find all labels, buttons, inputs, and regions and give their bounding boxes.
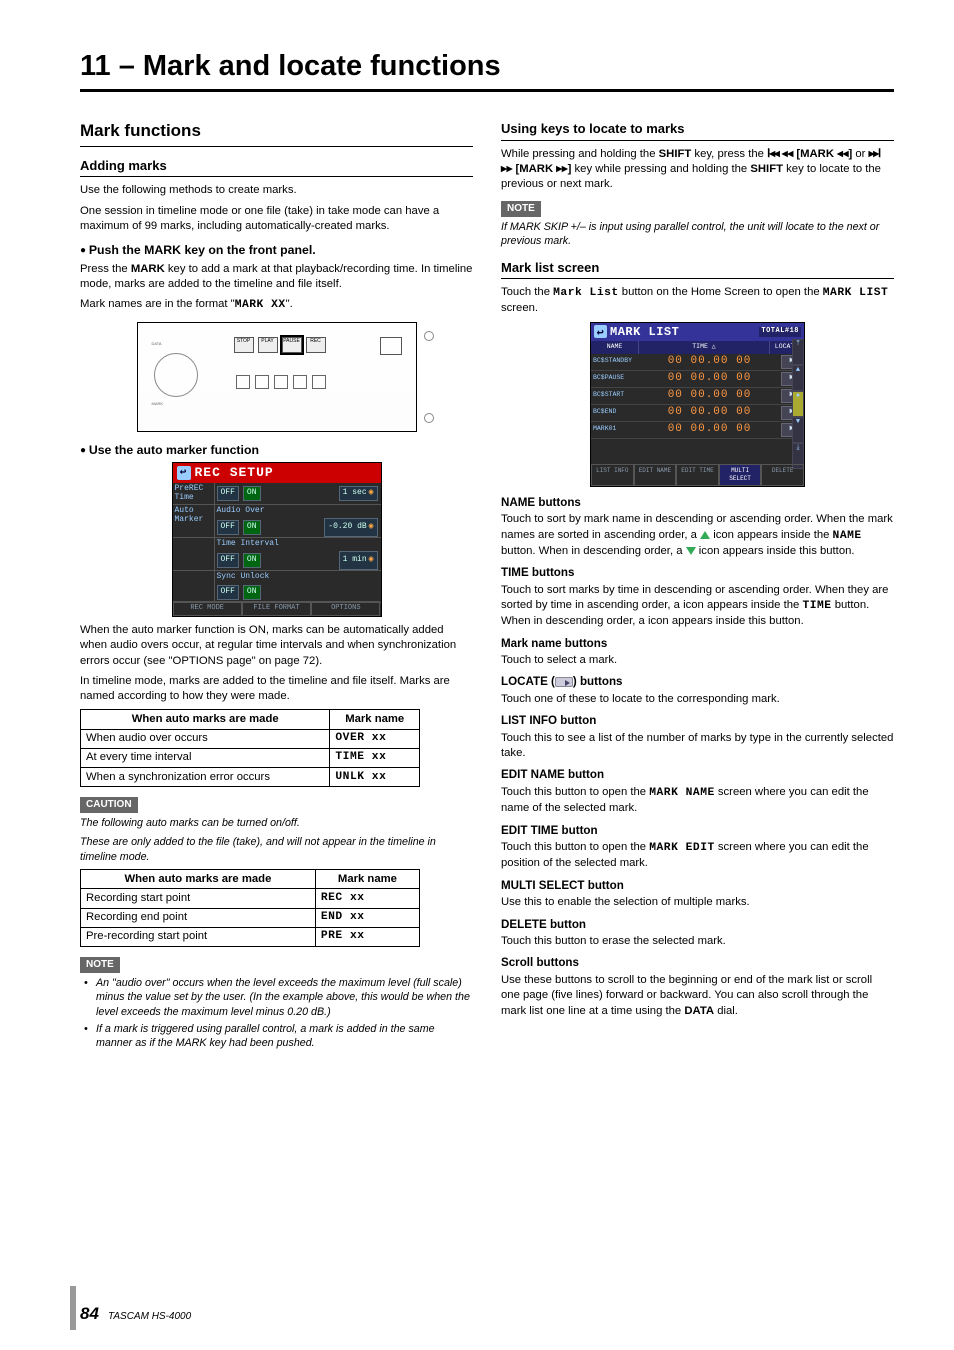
- auto-p1: When the auto marker function is ON, mar…: [80, 623, 473, 669]
- def-time-buttons: TIME buttons: [501, 565, 894, 581]
- section-mark-functions: Mark functions: [80, 120, 473, 147]
- auto-marker-head: Use the auto marker function: [80, 442, 473, 459]
- def-name-buttons: NAME buttons: [501, 495, 894, 511]
- front-panel-figure: DATA MARK STOPPLAYPAUSEREC: [137, 322, 417, 432]
- left-column: Mark functions Adding marks Use the foll…: [80, 120, 473, 1054]
- push-mark-p2: Mark names are in the format "MARK XX".: [80, 297, 473, 313]
- subsection-mark-list-screen: Mark list screen: [501, 259, 894, 280]
- def-locate-body: Touch one of these to locate to the corr…: [501, 692, 894, 707]
- locate-note: If MARK SKIP +/– is input using parallel…: [501, 220, 894, 249]
- triangle-up-icon: [700, 531, 710, 539]
- triangle-down-icon: [686, 547, 696, 555]
- def-delete: DELETE button: [501, 917, 894, 933]
- page-number: 84: [80, 1304, 99, 1323]
- push-mark-p1: Press the MARK key to add a mark at that…: [80, 262, 473, 293]
- footer-brand: TASCAM HS-4000: [108, 1311, 191, 1322]
- def-edit-name-body: Touch this button to open the MARK NAME …: [501, 785, 894, 817]
- def-edit-time-body: Touch this button to open the MARK EDIT …: [501, 840, 894, 872]
- def-list-info-body: Touch this to see a list of the number o…: [501, 731, 894, 762]
- def-edit-time: EDIT TIME button: [501, 823, 894, 839]
- adding-p1: Use the following methods to create mark…: [80, 183, 473, 198]
- subsection-adding-marks: Adding marks: [80, 157, 473, 178]
- adding-p2: One session in timeline mode or one file…: [80, 204, 473, 235]
- def-list-info: LIST INFO button: [501, 713, 894, 729]
- chapter-title: 11 – Mark and locate functions: [80, 50, 894, 92]
- rec-setup-title: REC SETUP: [173, 463, 381, 483]
- note-list: An "audio over" occurs when the level ex…: [80, 976, 473, 1051]
- mark-list-figure: ↩MARK LISTTOTAL#18 NAMETIME △LOCATE BC$S…: [590, 322, 805, 487]
- note-tag: NOTE: [80, 957, 120, 973]
- def-name-body: Touch to sort by mark name in descending…: [501, 512, 894, 559]
- def-locate-buttons: LOCATE () buttons: [501, 674, 894, 690]
- subsection-using-keys: Using keys to locate to marks: [501, 120, 894, 141]
- screen-p1: Touch the Mark List button on the Home S…: [501, 285, 894, 317]
- page-side-tab: [70, 1286, 76, 1330]
- note-tag-right: NOTE: [501, 201, 541, 217]
- caution-p2: These are only added to the file (take),…: [80, 835, 473, 864]
- locate-icon: [555, 677, 573, 687]
- def-mark-name-body: Touch to select a mark.: [501, 653, 894, 668]
- def-scroll-body: Use these buttons to scroll to the begin…: [501, 973, 894, 1019]
- def-time-body: Touch to sort marks by time in descendin…: [501, 583, 894, 630]
- caution-tag: CAUTION: [80, 797, 138, 813]
- def-scroll: Scroll buttons: [501, 955, 894, 971]
- rec-setup-figure: REC SETUP PreREC TimeOFFON1 sec◉ Auto Ma…: [172, 462, 382, 617]
- caution-p1: The following auto marks can be turned o…: [80, 816, 473, 830]
- def-edit-name: EDIT NAME button: [501, 767, 894, 783]
- push-mark-head: Push the MARK key on the front panel.: [80, 242, 473, 259]
- right-column: Using keys to locate to marks While pres…: [501, 120, 894, 1054]
- def-delete-body: Touch this button to erase the selected …: [501, 934, 894, 949]
- locate-p1: While pressing and holding the SHIFT key…: [501, 147, 894, 193]
- auto-marks-table-1: When auto marks are madeMark name When a…: [80, 709, 420, 787]
- def-multi-select: MULTI SELECT button: [501, 878, 894, 894]
- auto-marks-table-2: When auto marks are madeMark name Record…: [80, 869, 420, 947]
- page-footer: 84 TASCAM HS-4000: [80, 1304, 191, 1324]
- auto-p2: In timeline mode, marks are added to the…: [80, 674, 473, 705]
- def-multi-select-body: Use this to enable the selection of mult…: [501, 895, 894, 910]
- def-mark-name-buttons: Mark name buttons: [501, 636, 894, 652]
